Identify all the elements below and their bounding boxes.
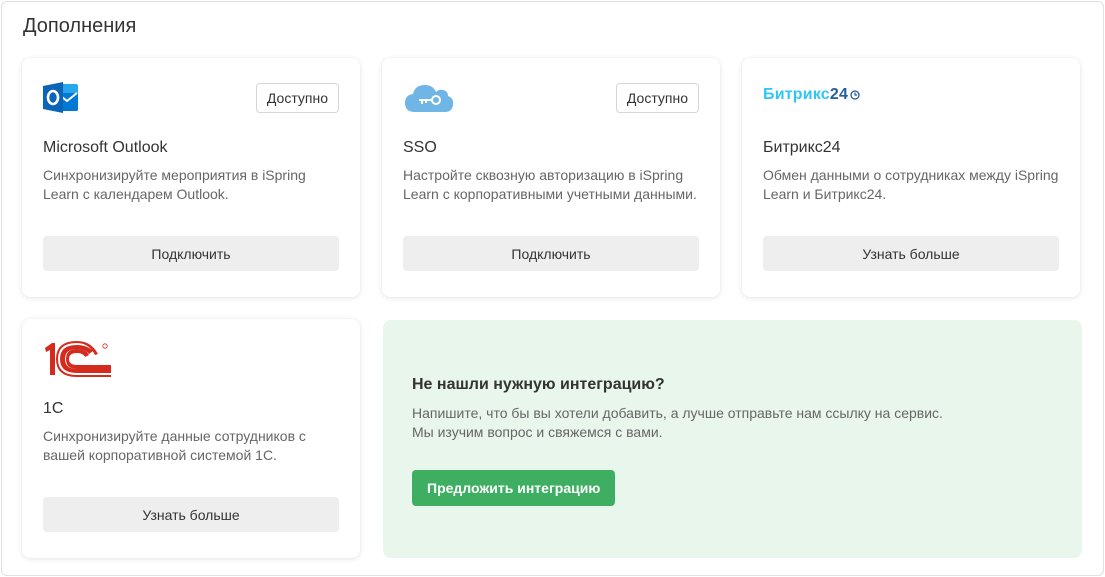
- card-description: Синхронизируйте мероприятия в iSpring Le…: [43, 167, 306, 202]
- learn-more-bitrix24-button[interactable]: Узнать больше: [763, 236, 1059, 271]
- promo-description: Напишите, что бы вы хотели добавить, а л…: [412, 404, 1012, 442]
- card-sso: Доступно SSO Настройте сквозную авториза…: [382, 58, 720, 297]
- outlook-logo-icon: [43, 79, 80, 121]
- bitrix24-logo-number: 24: [829, 86, 849, 103]
- status-badge: Доступно: [615, 83, 699, 113]
- card-title: 1С: [43, 400, 64, 417]
- clock-icon: [850, 90, 860, 100]
- card-description: Обмен данными о сотрудниках между iSprin…: [763, 167, 1059, 202]
- promo-line-2: Мы изучим вопрос и свяжемся с вами.: [412, 424, 663, 440]
- card-title: SSO: [403, 139, 437, 156]
- card-title: Битрикс24: [763, 139, 841, 156]
- connect-outlook-button[interactable]: Подключить: [43, 236, 339, 271]
- card-1c: 1С Синхронизируйте данные сотрудников с …: [22, 319, 360, 558]
- learn-more-1c-button[interactable]: Узнать больше: [43, 497, 339, 532]
- sso-cloud-key-icon: [403, 82, 455, 119]
- bitrix24-logo-text: Битрикс: [763, 86, 830, 103]
- card-title: Microsoft Outlook: [43, 139, 168, 156]
- integrations-panel: Дополнения Доступно Microsoft Outlook Си…: [1, 1, 1104, 576]
- suggest-integration-block: Не нашли нужную интеграцию? Напишите, чт…: [383, 320, 1082, 558]
- suggest-integration-button[interactable]: Предложить интеграцию: [412, 470, 616, 506]
- page-title: Дополнения: [23, 15, 137, 37]
- card-microsoft-outlook: Доступно Microsoft Outlook Синхронизируй…: [22, 58, 360, 297]
- card-bitrix24: Битрикс 24 Битрикс24 Обмен данными о сотр…: [742, 58, 1080, 297]
- card-description: Настройте сквозную авторизацию в iSpring…: [403, 167, 697, 202]
- status-badge: Доступно: [255, 83, 339, 113]
- connect-sso-button[interactable]: Подключить: [403, 236, 699, 271]
- 1c-logo-icon: [43, 341, 113, 382]
- bitrix24-logo: Битрикс 24: [763, 80, 860, 110]
- promo-title: Не нашли нужную интеграцию?: [412, 376, 665, 393]
- promo-line-1: Напишите, что бы вы хотели добавить, а л…: [412, 405, 943, 421]
- card-description: Синхронизируйте данные сотрудников с ваш…: [43, 428, 306, 463]
